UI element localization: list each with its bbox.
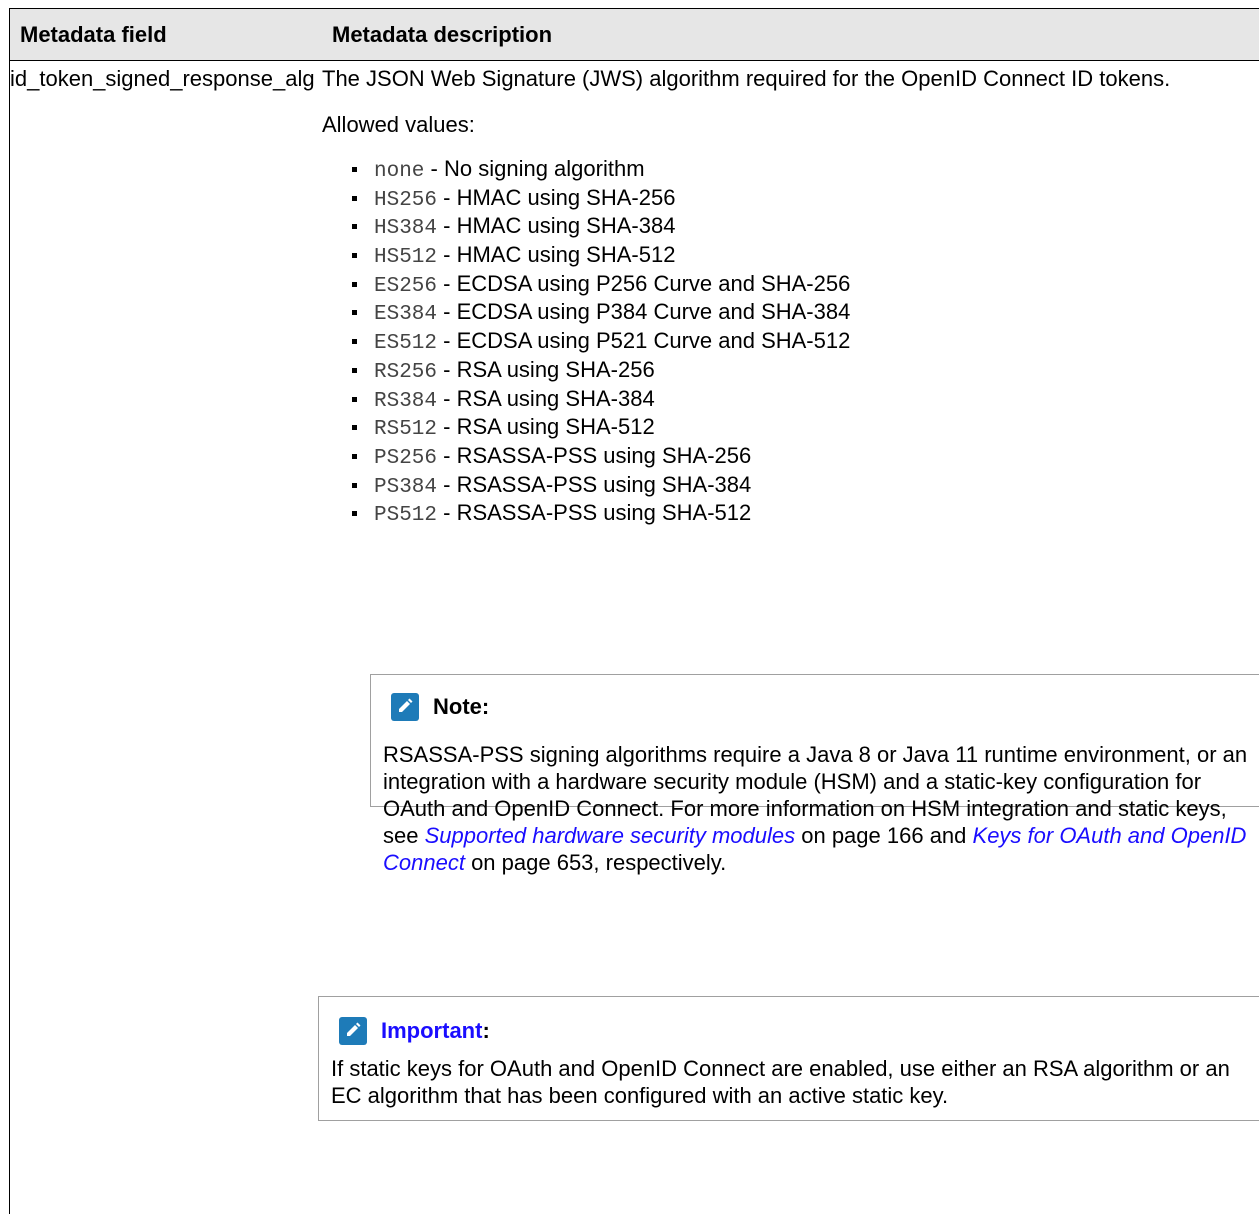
algorithm-text: - HMAC using SHA-256: [437, 184, 676, 210]
algorithm-code: PS256: [374, 446, 438, 470]
algorithm-code: ES512: [374, 332, 438, 356]
algorithm-code: ES256: [374, 274, 438, 298]
header-metadata-description: Metadata description: [332, 22, 553, 47]
algorithm-text: - RSA using SHA-256: [437, 356, 655, 382]
algorithm-code: none: [374, 160, 425, 183]
list-item: PS512 - RSASSA-PSS using SHA-512: [322, 500, 1250, 529]
list-item: ES256 - ECDSA using P256 Curve and SHA-2…: [322, 271, 1250, 300]
algorithm-text: - RSASSA-PSS using SHA-256: [437, 442, 752, 468]
bullet-icon: [352, 195, 357, 201]
list-item: ES512 - ECDSA using P521 Curve and SHA-5…: [322, 328, 1250, 357]
list-item: RS384 - RSA using SHA-384: [322, 386, 1250, 415]
list-item: HS384 - HMAC using SHA-384: [322, 213, 1250, 242]
allowed-values-label: Allowed values:: [322, 112, 475, 137]
bullet-icon: [352, 310, 357, 316]
note-title: Note:: [433, 694, 490, 719]
important-title: Important:: [381, 1018, 490, 1044]
algorithm-code: HS512: [374, 246, 438, 270]
description-cell: The JSON Web Signature (JWS) algorithm r…: [322, 66, 1250, 529]
bullet-icon: [352, 253, 357, 259]
algorithm-text: - ECDSA using P384 Curve and SHA-384: [437, 299, 851, 325]
bullet-icon: [352, 511, 357, 517]
algorithm-code: RS256: [374, 360, 438, 384]
note-text-part: on page 166 and: [795, 823, 973, 848]
list-item: RS512 - RSA using SHA-512: [322, 414, 1250, 443]
note-header: Note:: [391, 693, 489, 721]
algorithm-list: none - No signing algorithm HS256 - HMAC…: [322, 156, 1250, 529]
bullet-icon: [352, 281, 357, 287]
algorithm-text: - HMAC using SHA-512: [437, 242, 676, 268]
algorithm-code: PS512: [374, 504, 438, 528]
note-text: RSASSA-PSS signing algorithms require a …: [383, 741, 1259, 876]
list-item: HS256 - HMAC using SHA-256: [322, 185, 1250, 214]
list-item: PS384 - RSASSA-PSS using SHA-384: [322, 472, 1250, 501]
list-item: HS512 - HMAC using SHA-512: [322, 242, 1250, 271]
algorithm-code: HS256: [374, 188, 438, 212]
important-callout: Important: If static keys for OAuth and …: [318, 996, 1259, 1121]
algorithm-code: ES384: [374, 303, 438, 327]
bullet-icon: [352, 367, 357, 373]
bullet-icon: [352, 167, 357, 172]
bullet-icon: [352, 425, 357, 431]
pencil-icon: [391, 693, 419, 721]
algorithm-text: - ECDSA using P256 Curve and SHA-256: [437, 270, 851, 296]
algorithm-text: - RSASSA-PSS using SHA-384: [437, 471, 752, 497]
list-item: PS256 - RSASSA-PSS using SHA-256: [322, 443, 1250, 472]
algorithm-text: - RSA using SHA-384: [437, 385, 655, 411]
list-item: RS256 - RSA using SHA-256: [322, 357, 1250, 386]
header-metadata-field: Metadata field: [20, 22, 167, 47]
note-text-part: on page 653, respectively.: [464, 850, 727, 875]
bullet-icon: [352, 396, 357, 402]
algorithm-code: RS512: [374, 418, 438, 442]
algorithm-text: - No signing algorithm: [424, 156, 645, 181]
algorithm-code: RS384: [374, 389, 438, 413]
table-header: Metadata field Metadata description: [10, 9, 1259, 61]
bullet-icon: [352, 453, 357, 459]
algorithm-code: PS384: [374, 475, 438, 499]
important-link[interactable]: Important: [381, 1018, 482, 1043]
list-item: ES384 - ECDSA using P384 Curve and SHA-3…: [322, 299, 1250, 328]
bullet-icon: [352, 339, 357, 345]
important-title-suffix: :: [482, 1018, 490, 1043]
field-name: id_token_signed_response_alg: [10, 66, 315, 91]
note-callout: Note: RSASSA-PSS signing algorithms requ…: [370, 674, 1259, 875]
algorithm-text: - HMAC using SHA-384: [437, 213, 676, 239]
supported-hsm-link[interactable]: Supported hardware security modules: [425, 823, 796, 848]
algorithm-text: - RSASSA-PSS using SHA-512: [437, 500, 752, 526]
document-page: Metadata field Metadata description id_t…: [0, 0, 1259, 1214]
field-description: The JSON Web Signature (JWS) algorithm r…: [322, 66, 1171, 91]
bullet-icon: [352, 224, 357, 230]
bullet-icon: [352, 482, 357, 488]
algorithm-code: HS384: [374, 217, 438, 241]
important-text: If static keys for OAuth and OpenID Conn…: [331, 1056, 1230, 1108]
algorithm-text: - RSA using SHA-512: [437, 414, 655, 440]
pencil-icon: [339, 1017, 367, 1045]
algorithm-text: - ECDSA using P521 Curve and SHA-512: [437, 328, 851, 354]
important-header: Important:: [339, 1017, 490, 1045]
list-item: none - No signing algorithm: [322, 156, 1250, 185]
